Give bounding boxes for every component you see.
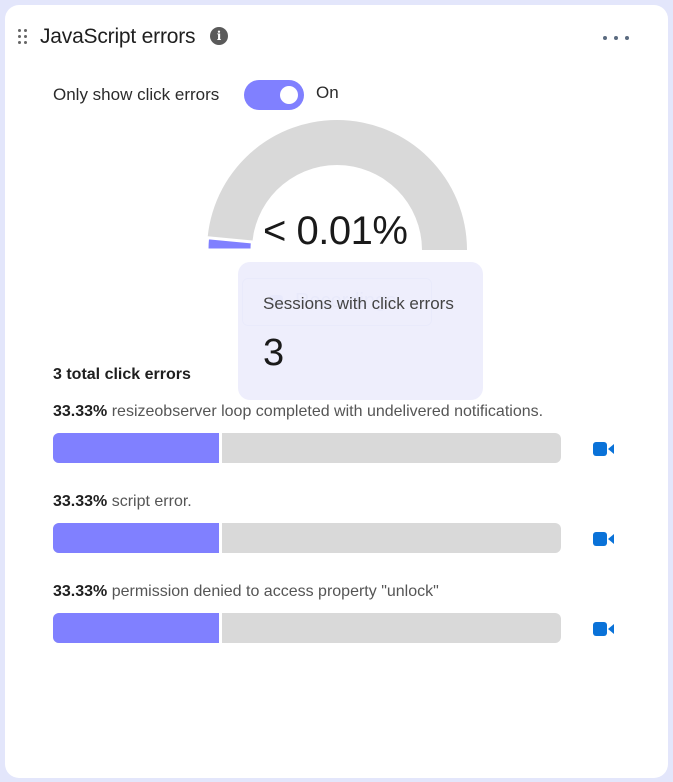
gauge-tooltip: Sessions with click errors 3 bbox=[238, 262, 483, 400]
gauge-value: < 0.01% bbox=[263, 209, 408, 253]
error-bar-fill bbox=[53, 523, 223, 553]
javascript-errors-widget: JavaScript errors i Only show click erro… bbox=[5, 5, 668, 778]
gauge-chart bbox=[205, 120, 467, 252]
error-percent: 33.33% bbox=[53, 403, 108, 420]
tooltip-value: 3 bbox=[263, 332, 285, 374]
error-percent: 33.33% bbox=[53, 493, 108, 510]
error-message: script error. bbox=[111, 493, 192, 510]
error-bar-fill bbox=[53, 613, 223, 643]
error-bar-fill bbox=[53, 433, 223, 463]
error-message: resizeobserver loop completed with undel… bbox=[111, 403, 544, 420]
error-item: 33.33% script error. bbox=[53, 493, 633, 563]
error-bar bbox=[53, 613, 561, 643]
error-bar bbox=[53, 523, 561, 553]
video-camera-icon[interactable] bbox=[593, 442, 615, 456]
error-percent: 33.33% bbox=[53, 583, 108, 600]
error-message: permission denied to access property "un… bbox=[111, 583, 439, 600]
error-item: 33.33% permission denied to access prope… bbox=[53, 583, 633, 653]
total-click-errors: 3 total click errors bbox=[53, 366, 191, 383]
error-bar bbox=[53, 433, 561, 463]
video-camera-icon[interactable] bbox=[593, 532, 615, 546]
error-item: 33.33% resizeobserver loop completed wit… bbox=[53, 403, 633, 473]
tooltip-label: Sessions with click errors bbox=[263, 294, 454, 313]
video-camera-icon[interactable] bbox=[593, 622, 615, 636]
